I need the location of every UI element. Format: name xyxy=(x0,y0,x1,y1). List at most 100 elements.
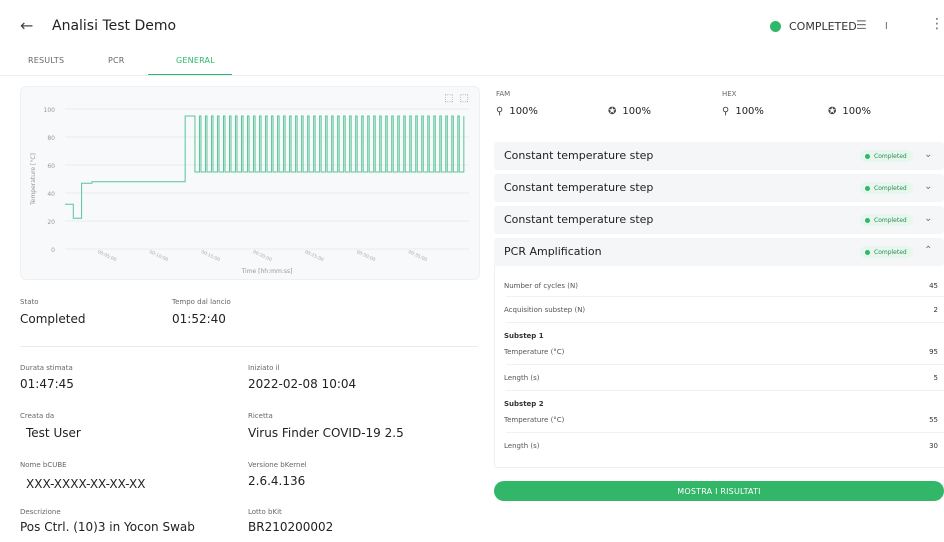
chevron-down-icon[interactable]: ⌄ xyxy=(924,181,932,192)
sub1-temp-value: 95 xyxy=(929,348,938,356)
step-row[interactable]: Constant temperature step Completed ⌄ xyxy=(494,206,944,234)
pcr-cycles-label: Number of cycles (N) xyxy=(504,282,578,290)
lotto-label: Lotto bKit xyxy=(248,508,282,516)
temperature-chart: 0 20 40 60 80 100 00:05:00 00:10:00 00:15:00 00:2… xyxy=(30,107,469,275)
pin-icon: ⚲ xyxy=(722,106,730,117)
status-badge: Completed xyxy=(860,214,913,226)
status-dot-icon xyxy=(865,249,870,255)
durata-value: 01:47:45 xyxy=(20,377,74,391)
toolbar-icon-b[interactable]: ı xyxy=(885,18,888,32)
step-row[interactable]: Constant temperature step Completed ⌄ xyxy=(494,174,944,202)
step-label: Constant temperature step xyxy=(504,149,654,162)
y-tick-label: 0 xyxy=(51,247,55,254)
status-indicator: COMPLETED xyxy=(770,20,857,33)
pcr-acq-label: Acquisition substep (N) xyxy=(504,306,586,314)
tab-general[interactable]: GENERAL xyxy=(176,56,215,65)
pcr-acq-row: Acquisition substep (N) 2 xyxy=(504,306,944,314)
back-arrow-icon[interactable]: ← xyxy=(20,16,33,35)
ricetta-value: Virus Finder COVID-19 2.5 xyxy=(248,426,404,440)
chart-tools: ⬚ ⬚ xyxy=(444,93,469,104)
sub1-temp-label: Temperature (°C) xyxy=(504,348,565,356)
tempo-label: Tempo dal lancio xyxy=(172,298,231,306)
channel-fam-b-value: 100% xyxy=(622,106,651,117)
creata-label: Creata da xyxy=(20,412,55,420)
y-axis-label: Temperature [°C] xyxy=(30,153,37,206)
nome-value: XXX-XXXX-XX-XX-XX xyxy=(26,477,146,491)
creata-value: Test User xyxy=(26,426,81,440)
versione-label: Versione bKernel xyxy=(248,461,307,469)
row-divider xyxy=(506,364,944,365)
details-divider xyxy=(20,346,478,347)
stato-label: Stato xyxy=(20,298,39,306)
x-tick-label: 00:15:00 xyxy=(200,249,221,263)
step-label: PCR Amplification xyxy=(504,245,602,258)
lotto-value: BR210200002 xyxy=(248,520,334,534)
chevron-down-icon[interactable]: ⌄ xyxy=(924,149,932,160)
status-dot-icon xyxy=(865,185,870,191)
row-divider xyxy=(506,296,944,297)
pin-icon: ⚲ xyxy=(496,106,504,117)
y-tick-label: 100 xyxy=(44,107,56,114)
row-divider xyxy=(506,390,944,391)
tab-pcr[interactable]: PCR xyxy=(108,56,125,65)
y-tick-label: 40 xyxy=(47,191,55,198)
status-badge: Completed xyxy=(860,182,913,194)
target-icon: ✪ xyxy=(828,106,837,117)
temperature-series-line xyxy=(65,115,465,219)
sub2-len-value: 30 xyxy=(929,442,938,450)
show-results-button[interactable]: MOSTRA I RISULTATI xyxy=(494,481,944,501)
target-icon: ✪ xyxy=(608,106,617,117)
badge-label: Completed xyxy=(874,248,907,256)
status-label: COMPLETED xyxy=(789,20,857,33)
substep1-title: Substep 1 xyxy=(504,332,544,340)
reset-zoom-icon[interactable]: ⬚ xyxy=(444,93,453,104)
y-tick-label: 80 xyxy=(47,135,55,142)
tabs-divider xyxy=(0,75,944,76)
tab-results[interactable]: RESULTS xyxy=(28,56,64,65)
status-dot-icon xyxy=(865,217,870,223)
step-row[interactable]: Constant temperature step Completed ⌄ xyxy=(494,142,944,170)
channel-hex-name: HEX xyxy=(722,90,737,98)
toolbar-icon-a[interactable]: ☰ xyxy=(856,18,867,32)
top-bar: ← Analisi Test Demo COMPLETED ☰ ı ⋮ xyxy=(0,0,944,50)
sub1-len-row: Length (s) 5 xyxy=(504,374,944,382)
more-vertical-icon[interactable]: ⋮ xyxy=(930,16,944,32)
pcr-cycles-row: Number of cycles (N) 45 xyxy=(504,282,944,290)
descrizione-label: Descrizione xyxy=(20,508,61,516)
row-divider xyxy=(506,322,944,323)
channel-hex-b-value: 100% xyxy=(842,106,871,117)
top-icons: ☰ ı xyxy=(856,18,888,32)
x-tick-label: 00:10:00 xyxy=(148,249,169,263)
channel-hex-b: ✪ 100% xyxy=(828,106,871,117)
status-badge: Completed xyxy=(860,150,913,162)
channel-fam-b: ✪ 100% xyxy=(608,106,651,117)
y-tick-label: 20 xyxy=(47,219,55,226)
iniziato-label: Iniziato il xyxy=(248,364,280,372)
nome-label: Nome bCUBE xyxy=(20,461,67,469)
badge-label: Completed xyxy=(874,152,907,160)
sub1-temp-row: Temperature (°C) 95 xyxy=(504,348,944,356)
sub2-len-row: Length (s) 30 xyxy=(504,442,944,450)
step-row-pcr[interactable]: PCR Amplification Completed ⌃ xyxy=(494,238,944,266)
chevron-down-icon[interactable]: ⌄ xyxy=(924,213,932,224)
sub2-temp-value: 55 xyxy=(929,416,938,424)
stato-value: Completed xyxy=(20,312,86,326)
step-label: Constant temperature step xyxy=(504,181,654,194)
download-icon[interactable]: ⬚ xyxy=(460,93,469,104)
tab-bar: RESULTS PCR GENERAL xyxy=(0,50,944,76)
x-tick-label: 00:35:00 xyxy=(407,249,428,263)
y-tick-label: 60 xyxy=(47,163,55,170)
x-axis-label: Time [hh:mm:ss] xyxy=(241,268,293,275)
channel-hex-a-value: 100% xyxy=(735,106,764,117)
chevron-up-icon[interactable]: ⌃ xyxy=(924,245,932,256)
x-tick-label: 00:05:00 xyxy=(96,249,117,263)
page-title: Analisi Test Demo xyxy=(52,18,177,34)
iniziato-value: 2022-02-08 10:04 xyxy=(248,377,357,391)
pcr-cycles-value: 45 xyxy=(929,282,938,290)
row-divider xyxy=(506,432,944,433)
sub2-temp-row: Temperature (°C) 55 xyxy=(504,416,944,424)
substep2-title: Substep 2 xyxy=(504,400,544,408)
ricetta-label: Ricetta xyxy=(248,412,273,420)
temperature-chart-card: ⬚ ⬚ 0 20 40 60 80 100 00:05:00 00:10:00 00:15:00… xyxy=(20,86,480,280)
tempo-value: 01:52:40 xyxy=(172,312,226,326)
